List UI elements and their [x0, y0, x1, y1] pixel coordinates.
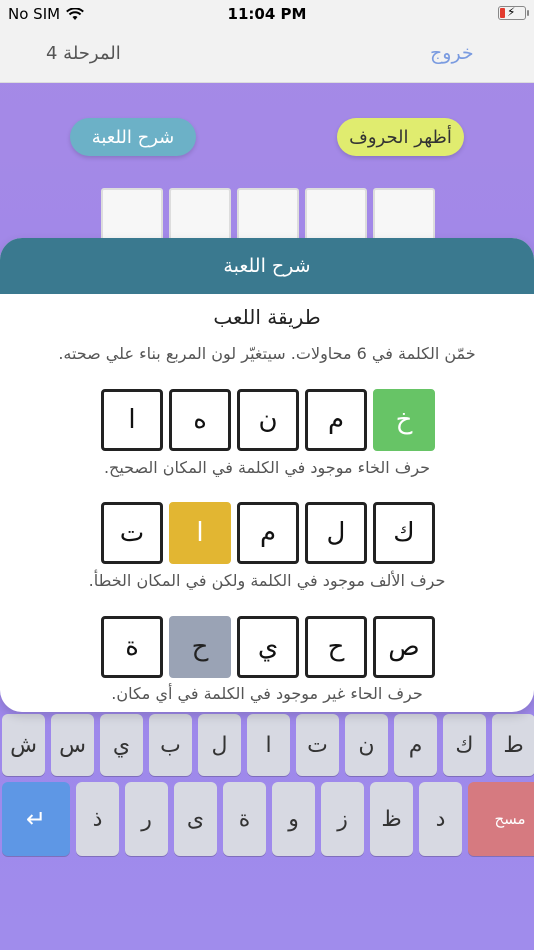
example-tile: م	[305, 389, 367, 451]
key[interactable]: و	[272, 782, 315, 856]
example-description-2: حرف الألف موجود في الكلمة ولكن في المكان…	[88, 571, 446, 590]
keyboard-row-1: ش س ي ب ل ا ت ن م ك ط	[2, 714, 534, 776]
battery-icon: ⚡	[498, 5, 529, 20]
example-tile: ح	[305, 616, 367, 678]
key[interactable]: ز	[321, 782, 364, 856]
example-tile-present: ا	[169, 502, 231, 564]
example-tile: ت	[101, 502, 163, 564]
clock: 11:04 PM	[227, 5, 307, 23]
example-tile: ة	[101, 616, 163, 678]
key[interactable]: د	[419, 782, 462, 856]
modal-intro: خمّن الكلمة في 6 محاولات. سيتغيّر لون ال…	[58, 344, 476, 363]
example-tile: ا	[101, 389, 163, 451]
key[interactable]: ب	[149, 714, 192, 776]
example-tile: ل	[305, 502, 367, 564]
example-tile-correct: خ	[373, 389, 435, 451]
exit-button[interactable]: خروج	[430, 42, 474, 64]
key[interactable]: م	[394, 714, 437, 776]
example-tile: ص	[373, 616, 435, 678]
key[interactable]: ر	[125, 782, 168, 856]
key[interactable]: ظ	[370, 782, 413, 856]
example-tile: م	[237, 502, 299, 564]
example-tile-absent: ح	[169, 616, 231, 678]
key[interactable]: ط	[492, 714, 534, 776]
key[interactable]: ن	[345, 714, 388, 776]
game-explanation-button[interactable]: شرح اللعبة	[70, 118, 196, 156]
modal-title: طريقة اللعب	[213, 305, 321, 329]
reveal-letters-button[interactable]: أظهر الحروف	[337, 118, 464, 156]
keyboard-row-2: ↵ ذ ر ى ة و ز ظ د مسح	[2, 782, 534, 856]
enter-key[interactable]: ↵	[2, 782, 70, 856]
key[interactable]: ة	[223, 782, 266, 856]
example-row-2: ت ا م ل ك	[101, 502, 435, 564]
delete-key[interactable]: مسح	[468, 782, 534, 856]
key[interactable]: س	[51, 714, 94, 776]
key[interactable]: ى	[174, 782, 217, 856]
example-description-1: حرف الخاء موجود في الكلمة في المكان الصح…	[103, 458, 431, 477]
status-bar: No SIM 11:04 PM ⚡	[0, 0, 534, 30]
example-tile: ه	[169, 389, 231, 451]
key[interactable]: ل	[198, 714, 241, 776]
example-row-1: ا ه ن م خ	[101, 389, 435, 451]
level-label: المرحلة 4	[46, 43, 121, 64]
example-tile: ن	[237, 389, 299, 451]
key[interactable]: ي	[100, 714, 143, 776]
key[interactable]: ك	[443, 714, 486, 776]
example-description-3: حرف الحاء غير موجود في الكلمة في أي مكان…	[111, 684, 423, 703]
key[interactable]: ش	[2, 714, 45, 776]
key[interactable]: ا	[247, 714, 290, 776]
example-row-3: ة ح ي ح ص	[101, 616, 435, 678]
example-tile: ي	[237, 616, 299, 678]
key[interactable]: ت	[296, 714, 339, 776]
example-tile: ك	[373, 502, 435, 564]
key[interactable]: ذ	[76, 782, 119, 856]
how-to-play-modal: شرح اللعبة طريقة اللعب خمّن الكلمة في 6 …	[0, 238, 534, 712]
nav-bar: خروج المرحلة 4	[0, 30, 534, 83]
modal-header: شرح اللعبة	[0, 238, 534, 294]
